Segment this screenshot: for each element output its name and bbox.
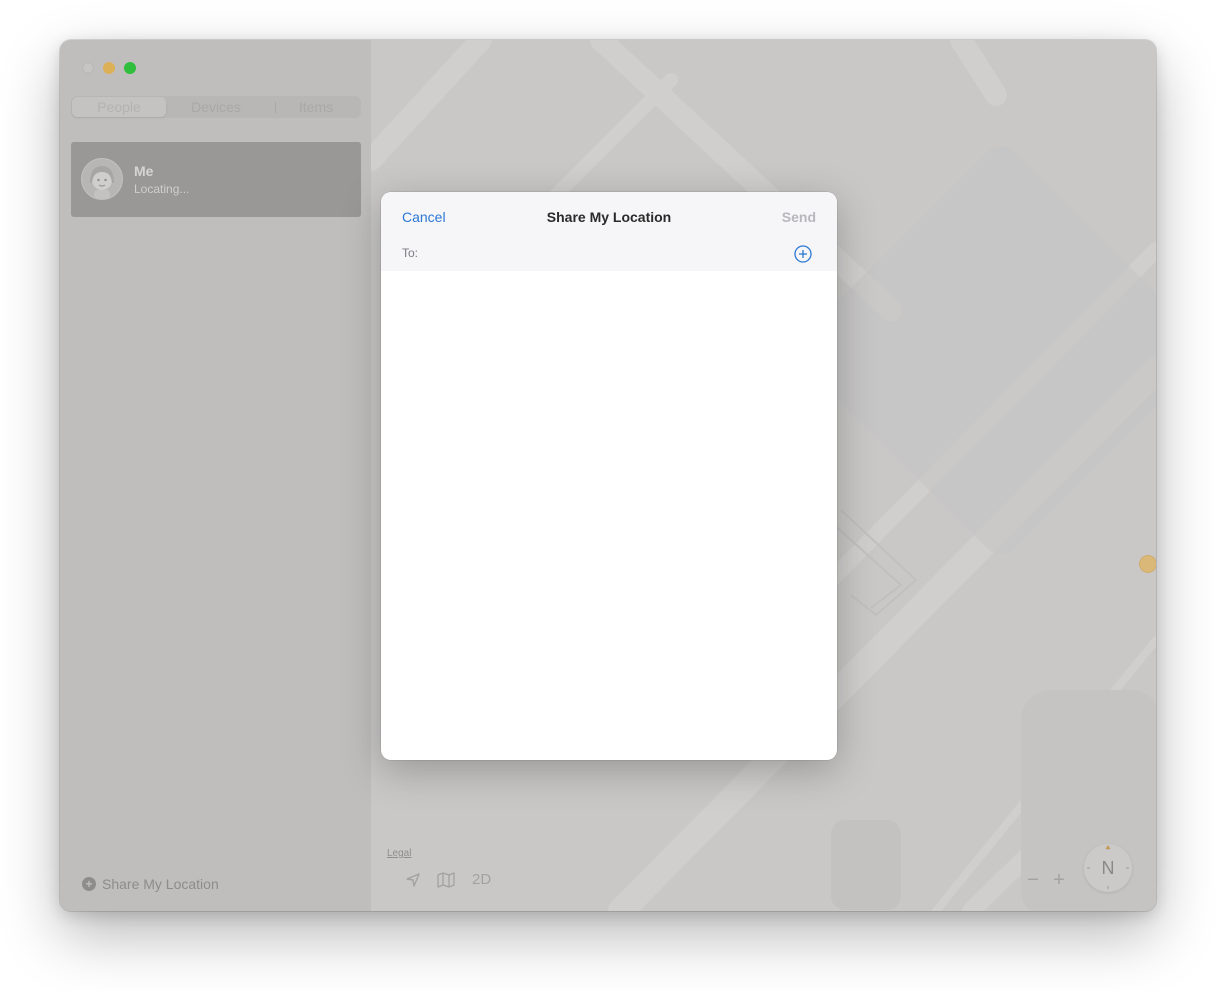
person-status: Locating... <box>134 182 190 196</box>
window-close-button[interactable] <box>82 62 94 74</box>
list-item-me[interactable]: Me Locating... <box>71 142 361 217</box>
sheet-title: Share My Location <box>546 209 672 225</box>
add-circle-icon: + <box>82 877 96 891</box>
memoji-avatar-icon <box>81 158 123 200</box>
poi-marker-icon[interactable] <box>1139 555 1156 573</box>
zoom-in-button[interactable]: + <box>1050 866 1068 894</box>
tab-items[interactable]: Items <box>276 96 356 118</box>
zoom-out-button[interactable]: − <box>1024 866 1042 894</box>
tab-devices[interactable]: Devices <box>168 96 264 118</box>
map-icon[interactable] <box>437 866 457 894</box>
window-minimize-button[interactable] <box>103 62 115 74</box>
person-name: Me <box>134 163 154 179</box>
compass[interactable]: N <box>1084 844 1132 892</box>
tab-people[interactable]: People <box>72 97 166 117</box>
find-my-window: People Devices Items Me Locating... + Sh… <box>60 40 1156 911</box>
legal-link[interactable]: Legal <box>387 848 411 859</box>
segmented-tabs: People Devices Items <box>71 96 361 118</box>
sidebar: People Devices Items Me Locating... + Sh… <box>60 40 371 911</box>
to-label: To: <box>402 246 419 260</box>
share-my-location-button[interactable]: + Share My Location <box>82 876 219 892</box>
window-maximize-button[interactable] <box>124 62 136 74</box>
add-recipient-icon[interactable] <box>794 245 812 263</box>
share-my-location-label: Share My Location <box>102 876 219 892</box>
recipient-input[interactable] <box>425 242 789 264</box>
share-location-sheet: Cancel Share My Location Send To: <box>381 192 837 760</box>
view-mode-toggle[interactable]: 2D <box>472 866 496 894</box>
compass-north-label: N <box>1101 858 1115 878</box>
location-arrow-icon[interactable] <box>405 866 425 894</box>
send-button[interactable]: Send <box>782 209 816 225</box>
sheet-header: Cancel Share My Location Send To: <box>381 192 837 271</box>
